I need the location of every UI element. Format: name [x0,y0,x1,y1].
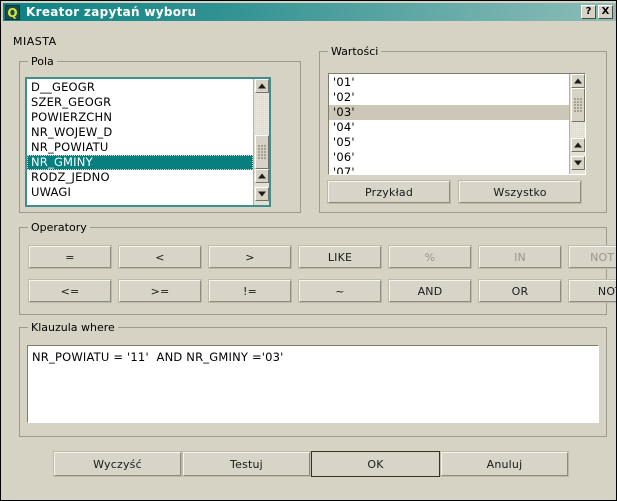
fields-scrollbar[interactable] [253,79,269,205]
qgis-q-icon: Q [5,4,20,20]
operator-button-[interactable]: < [118,245,202,269]
close-icon[interactable]: X [598,5,613,19]
operator-button-[interactable]: != [208,279,292,303]
field-list-item[interactable]: UWAGI [27,185,253,200]
fields-list-items[interactable]: D__GEOGR SZER_GEOGR POWIERZCHN NR_WOJEW_D NR… [27,79,253,205]
values-scroll-up-button[interactable] [571,74,585,88]
field-list-item[interactable]: SZER_GEOGR [27,95,253,110]
sample-values-button[interactable]: Przykład [327,180,451,204]
title-bar: Q Kreator zapytań wyboru ? X [3,3,616,21]
fields-scroll-thumb[interactable] [255,135,269,169]
operator-button-or[interactable]: OR [478,279,562,303]
chevron-up-icon [574,78,582,84]
fields-scroll-trough-upper[interactable] [255,93,269,135]
values-scroll-up-button-2[interactable] [571,138,585,152]
window-title: Kreator zapytań wyboru [26,5,197,19]
field-list-item[interactable]: NR_POWIATU [27,140,253,155]
fields-scroll-up-button[interactable] [255,79,269,93]
operator-button-and[interactable]: AND [388,279,472,303]
values-listbox[interactable]: '01' '02' '03' '04' '05' '06' '07' [328,73,586,175]
operator-button-[interactable]: <= [28,279,112,303]
where-clause-group-title: Klauzula where [28,321,118,334]
field-list-item[interactable]: RODZ_JEDNO [27,170,253,185]
where-clause-input[interactable]: NR_POWIATU = '11' AND NR_GMINY ='03' [27,345,599,423]
operators-group-title: Operatory [28,221,90,234]
values-list-items[interactable]: '01' '02' '03' '04' '05' '06' '07' [329,74,569,174]
value-list-item[interactable]: '02' [329,90,569,105]
chevron-up-icon [258,83,266,89]
value-list-item[interactable]: '05' [329,135,569,150]
chevron-down-icon [258,191,266,197]
values-scrollbar[interactable] [569,74,585,174]
select-query-builder-dialog: Q Kreator zapytań wyboru ? X MIASTA Pola… [0,0,617,501]
fields-group-title: Pola [28,55,57,68]
grip-dots-icon [258,145,266,159]
values-scroll-thumb[interactable] [571,88,585,122]
ok-button[interactable]: OK [311,451,440,477]
operator-button-[interactable]: ~ [298,279,382,303]
value-list-item[interactable]: '04' [329,120,569,135]
test-button[interactable]: Testuj [182,451,311,477]
operator-button-[interactable]: > [208,245,292,269]
values-scroll-down-button[interactable] [571,156,585,170]
value-list-item[interactable]: '06' [329,150,569,165]
fields-listbox[interactable]: D__GEOGR SZER_GEOGR POWIERZCHN NR_WOJEW_D NR… [25,77,271,207]
grip-dots-icon [574,98,582,112]
window-controls: ? X [581,5,613,19]
operator-button-in: IN [478,245,562,269]
operator-button-[interactable]: = [28,245,112,269]
values-group-title: Wartości [328,45,382,58]
field-list-item[interactable]: D__GEOGR [27,80,253,95]
field-list-item[interactable]: NR_GMINY [27,155,253,170]
operator-button-not[interactable]: NOT [568,279,616,303]
chevron-up-icon [574,142,582,148]
layer-name-label: MIASTA [13,35,57,48]
clear-button[interactable]: Wyczyść [53,451,182,477]
all-values-button[interactable]: Wszystko [458,180,582,204]
fields-scroll-down-button[interactable] [255,187,269,201]
operator-button-: % [388,245,472,269]
field-list-item[interactable]: POWIERZCHN [27,110,253,125]
value-list-item[interactable]: '01' [329,75,569,90]
fields-scroll-up-button-2[interactable] [255,169,269,183]
field-list-item[interactable]: NR_WOJEW_D [27,125,253,140]
help-button[interactable]: ? [581,5,596,19]
operator-button-not-in: NOT IN [568,245,616,269]
cancel-button[interactable]: Anuluj [440,451,569,477]
operator-button-[interactable]: >= [118,279,202,303]
value-list-item[interactable]: '03' [329,105,569,120]
operator-button-like[interactable]: LIKE [298,245,382,269]
chevron-up-icon [258,173,266,179]
values-scroll-trough-lower[interactable] [571,122,585,138]
chevron-down-icon [574,160,582,166]
value-list-item[interactable]: '07' [329,165,569,174]
